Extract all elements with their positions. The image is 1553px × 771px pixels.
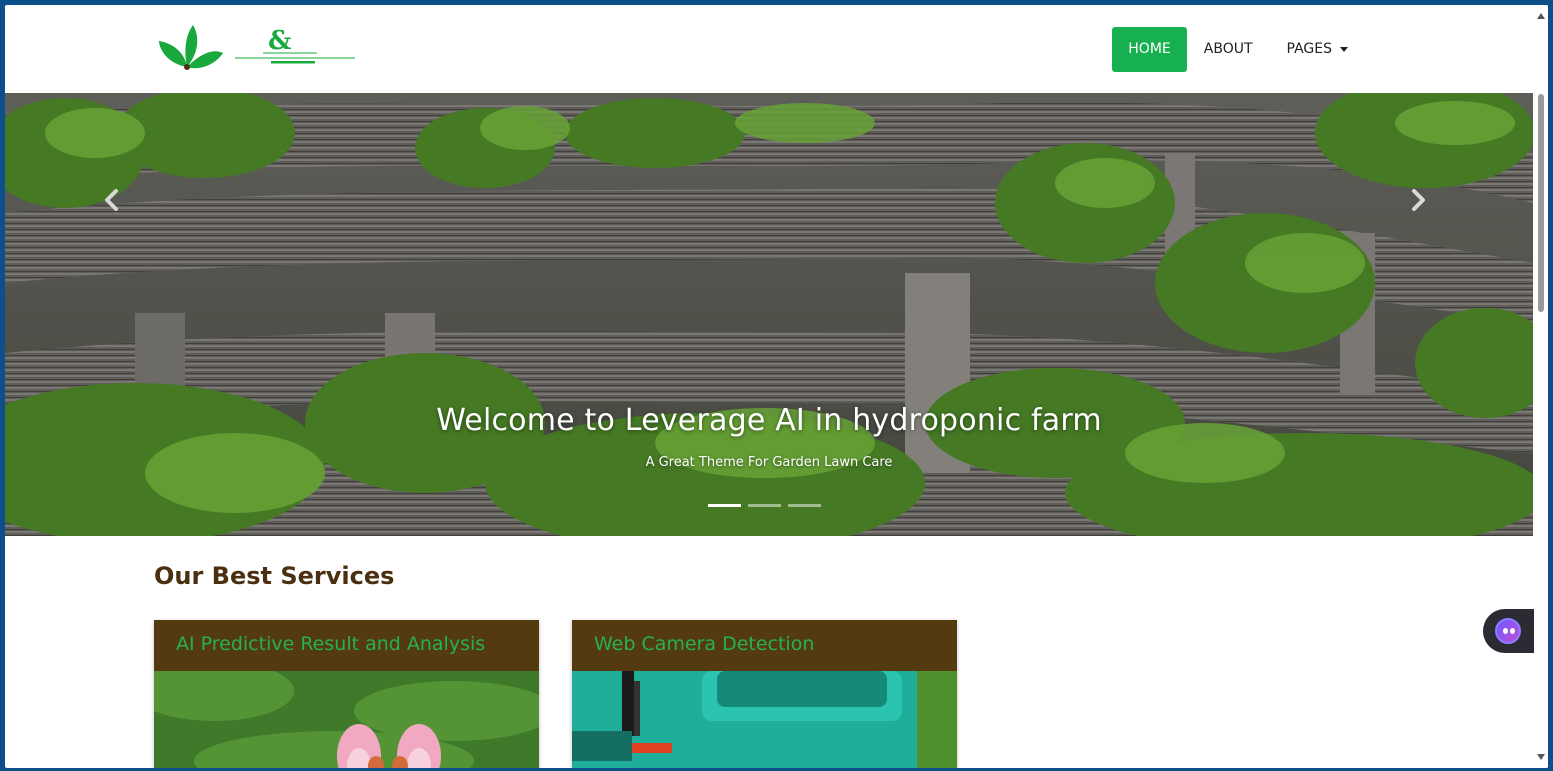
site-logo[interactable]: & [155, 17, 357, 73]
chat-widget-button[interactable] [1483, 609, 1535, 653]
service-card-ai-predictive[interactable]: AI Predictive Result and Analysis [154, 620, 539, 768]
browser-viewport: & HOME ABOUT PAGES Welcome to Leverage A… [5, 5, 1548, 768]
carousel-indicators [708, 504, 821, 507]
nav-about[interactable]: ABOUT [1187, 27, 1270, 72]
navbar: & HOME ABOUT PAGES [5, 5, 1533, 93]
carousel-prev-button[interactable] [97, 185, 127, 215]
service-card-title[interactable]: AI Predictive Result and Analysis [154, 620, 539, 671]
carousel-indicator-2[interactable] [748, 504, 781, 507]
carousel-indicator-3[interactable] [788, 504, 821, 507]
main-nav: HOME ABOUT PAGES [1112, 27, 1365, 72]
service-card-image [572, 671, 957, 768]
nav-home-label: HOME [1128, 41, 1171, 57]
scroll-up-arrow-icon[interactable] [1537, 13, 1545, 19]
carousel-indicator-1[interactable] [708, 504, 741, 507]
service-card-image [154, 671, 539, 768]
caret-down-icon [1340, 47, 1348, 52]
nav-pages-dropdown[interactable]: PAGES [1270, 27, 1365, 72]
carousel-next-button[interactable] [1403, 185, 1433, 215]
service-card-title[interactable]: Web Camera Detection [572, 620, 957, 671]
chat-bot-icon [1495, 618, 1521, 644]
nav-home[interactable]: HOME [1112, 27, 1187, 72]
svg-text:&: & [268, 26, 291, 56]
scroll-down-arrow-icon[interactable] [1537, 754, 1545, 760]
nav-pages-label: PAGES [1286, 41, 1332, 57]
service-card-web-camera[interactable]: Web Camera Detection [572, 620, 957, 768]
services-title: Our Best Services [154, 562, 395, 590]
hero-subtitle: A Great Theme For Garden Lawn Care [645, 455, 893, 470]
page-scrollbar[interactable] [1534, 5, 1548, 768]
scrollbar-thumb[interactable] [1538, 94, 1544, 312]
hero-title: Welcome to Leverage AI in hydroponic far… [436, 403, 1102, 438]
hero-carousel: Welcome to Leverage AI in hydroponic far… [5, 93, 1533, 536]
nav-about-label: ABOUT [1203, 41, 1253, 57]
